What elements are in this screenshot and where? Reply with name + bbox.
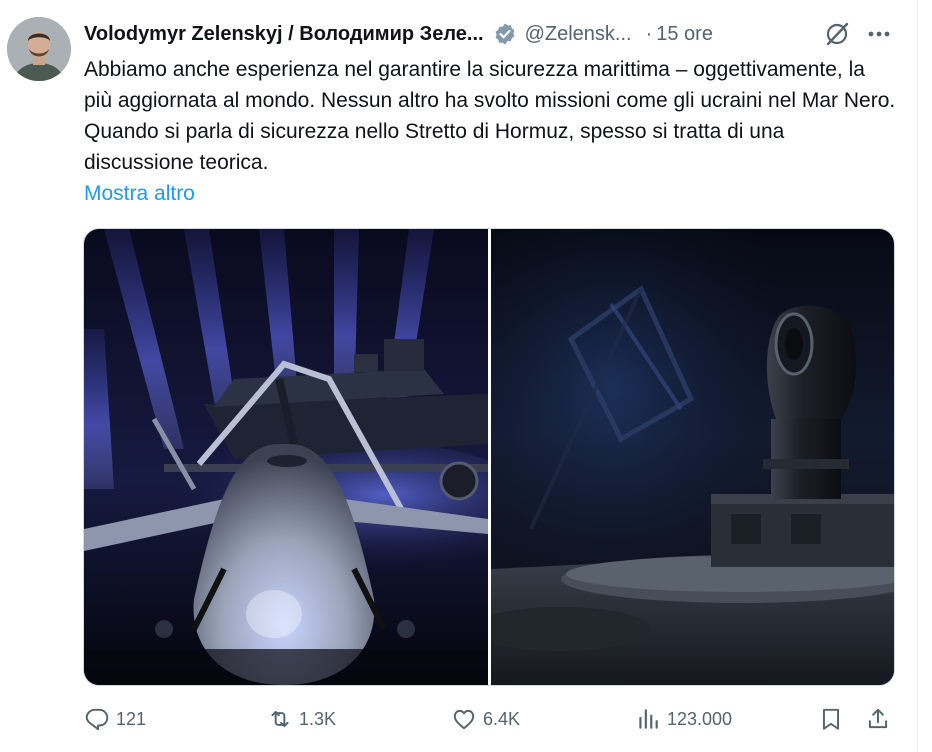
show-more-link[interactable]: Mostra altro bbox=[84, 178, 195, 209]
author-handle[interactable]: @Zelensk... bbox=[525, 23, 632, 46]
media-grid bbox=[83, 228, 895, 686]
share-icon bbox=[868, 708, 888, 729]
time-separator: · bbox=[645, 22, 653, 45]
views-button[interactable]: 123.000 bbox=[635, 700, 732, 738]
tweet-header: Volodymyr Zelenskyj / Володимир Зеле... … bbox=[84, 18, 894, 50]
camera-turret-photo[interactable] bbox=[491, 229, 894, 685]
verified-badge-icon[interactable] bbox=[493, 22, 517, 46]
tweet-text: Abbiamo anche esperienza nel garantire l… bbox=[84, 58, 896, 174]
repost-count: 1.3K bbox=[299, 708, 337, 729]
like-button[interactable]: 6.4K bbox=[451, 700, 520, 738]
author-name[interactable]: Volodymyr Zelenskyj / Володимир Зеле... bbox=[84, 23, 484, 46]
repost-icon bbox=[271, 710, 289, 728]
timeline-divider bbox=[917, 0, 918, 752]
bookmark-icon bbox=[822, 708, 840, 730]
bookmark-button[interactable] bbox=[818, 700, 844, 738]
heart-icon bbox=[453, 709, 475, 730]
tweet-time[interactable]: 15 ore bbox=[656, 23, 713, 46]
repost-button[interactable]: 1.3K bbox=[267, 700, 336, 738]
reply-button[interactable]: 121 bbox=[84, 700, 146, 738]
reply-count: 121 bbox=[116, 708, 147, 729]
avatar[interactable] bbox=[7, 17, 71, 81]
views-icon bbox=[639, 709, 658, 729]
like-count: 6.4K bbox=[483, 708, 521, 729]
views-count: 123.000 bbox=[667, 708, 733, 729]
reply-icon bbox=[85, 708, 109, 731]
drone-photo[interactable] bbox=[84, 229, 488, 685]
tweet-actions: 121 1.3K 6.4K 123.000 bbox=[0, 700, 932, 738]
share-button[interactable] bbox=[865, 700, 891, 738]
more-options-icon[interactable] bbox=[866, 21, 892, 47]
avatar-image bbox=[7, 17, 71, 81]
grok-icon[interactable] bbox=[823, 20, 851, 48]
